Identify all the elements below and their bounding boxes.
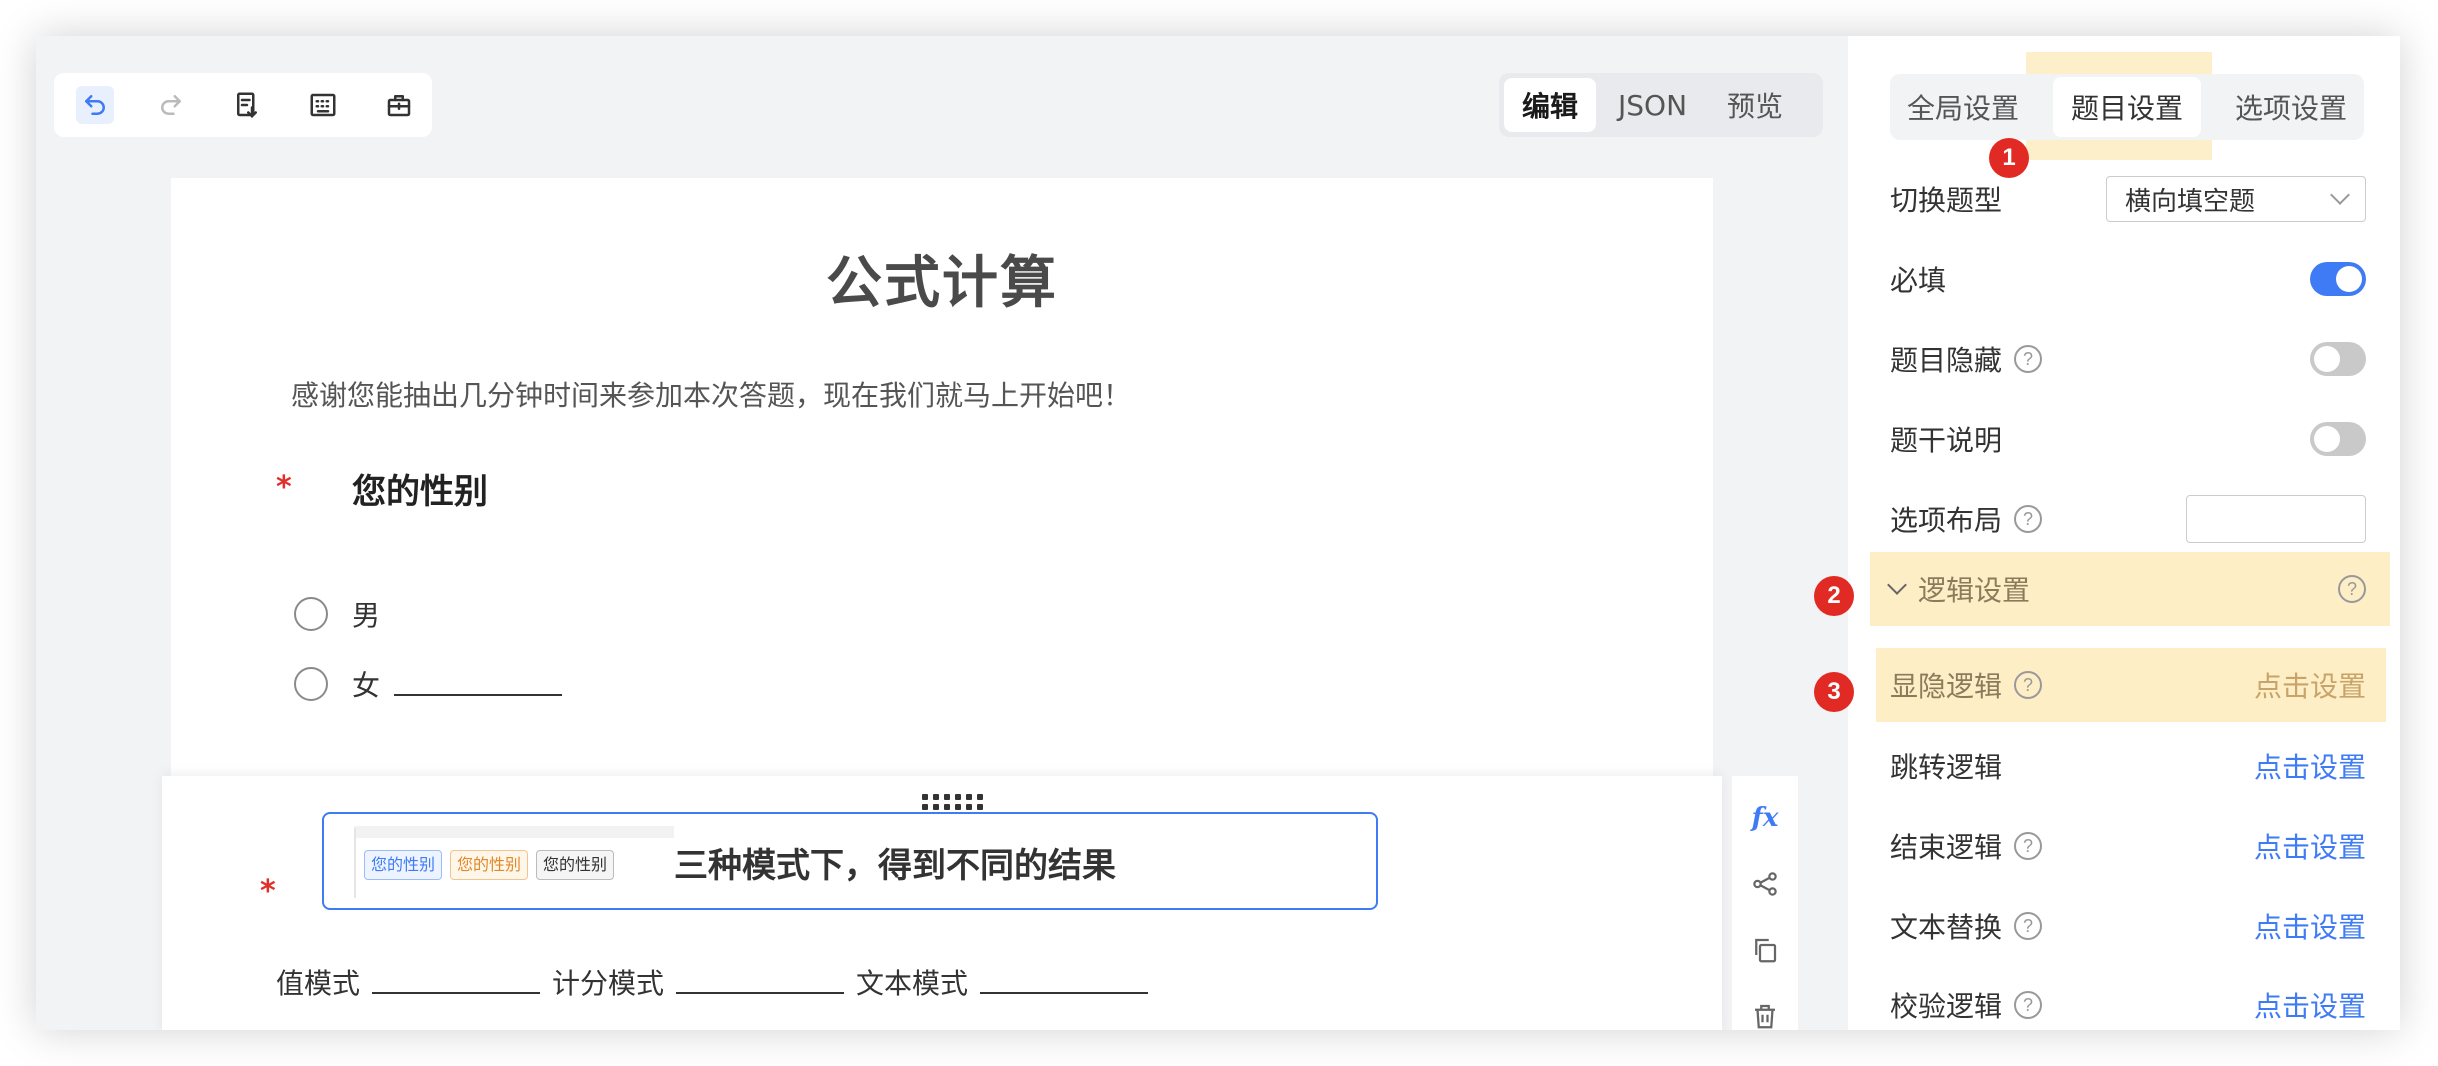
switch-type-row: 切换题型 横向填空题 [1890,174,2366,224]
switch-type-label: 切换题型 [1890,184,2003,217]
tab-question-settings[interactable]: 题目设置 [2052,77,2201,137]
reference-tag-text[interactable]: 您的性别 [536,850,615,880]
required-row: 必填 [1890,254,2366,304]
hidden-row: 题目隐藏? [1890,334,2366,384]
required-label: 必填 [1890,264,1947,297]
option-label: 女 [352,669,381,702]
question-title[interactable]: 三种模式下，得到不同的结果 [674,838,1116,887]
fill-blank[interactable] [372,992,541,994]
reference-tags: 您的性别 您的性别 您的性别 [364,850,615,880]
fill-blank[interactable] [980,992,1149,994]
required-mark: * [260,874,276,909]
logic-row-label: 校验逻辑 [1890,990,2003,1023]
hidden-toggle[interactable] [2310,342,2366,376]
help-icon[interactable]: ? [2014,345,2043,373]
set-end-logic-link[interactable]: 点击设置 [2254,826,2366,866]
redo-icon[interactable] [152,86,190,124]
chevron-down-icon [2330,185,2350,205]
question-actions: fx [1732,776,1798,1030]
help-icon[interactable]: ? [2014,671,2043,699]
logic-row-label: 文本替换 [1890,911,2003,944]
logic-section-header[interactable]: 逻辑设置 ? [1887,564,2366,614]
set-validation-logic-link[interactable]: 点击设置 [2254,985,2366,1025]
logic-section-label: 逻辑设置 [1918,574,2031,607]
logic-row-validate: 校验逻辑? 点击设置 [1890,980,2366,1030]
description-label: 题干说明 [1890,424,2003,457]
active-question-card[interactable]: * 您的性别 您的性别 您的性别 三种模式下，得到不同的结果 值模式 计分模式 … [162,776,1722,1030]
tab-global-settings[interactable]: 全局设置 [1907,87,2019,127]
radio-button[interactable] [294,597,328,631]
mode-label-text: 文本模式 [856,967,969,1000]
reference-tag-value[interactable]: 您的性别 [364,850,443,880]
mode-switch: 编辑 JSON 预览 [1499,73,1823,137]
drag-handle-icon[interactable] [922,794,983,810]
logic-row-replace: 文本替换? 点击设置 [1890,901,2366,951]
copy-icon[interactable] [1747,932,1783,968]
question-title[interactable]: 您的性别 [352,464,488,513]
step-badge-2: 2 [1814,576,1854,616]
layout-input[interactable] [2186,495,2366,543]
share-icon[interactable] [1747,866,1783,902]
mode-label-value: 值模式 [276,967,361,1000]
editor-toolbar [54,73,432,137]
tag-bar [354,826,674,838]
survey-title[interactable]: 公式计算 [171,238,1713,319]
layout-row: 选项布局? [1890,494,2366,544]
description-row: 题干说明 [1890,414,2366,464]
tab-option-settings[interactable]: 选项设置 [2235,87,2347,127]
logic-row-end: 结束逻辑? 点击设置 [1890,821,2366,871]
mode-blanks: 值模式 计分模式 文本模式 [276,962,1160,1002]
editor-window: 编辑 JSON 预览 公式计算 感谢您能抽出几分钟时间来参加本次答题，现在我们就… [36,36,2400,1030]
reference-tag-score[interactable]: 您的性别 [450,850,529,880]
tab-preview[interactable]: 预览 [1709,78,1801,132]
settings-panel: 全局设置 题目设置 选项设置 1 切换题型 横向填空题 必填 题目隐藏? 题干说… [1848,36,2400,1030]
toolbox-icon[interactable] [380,86,418,124]
help-icon[interactable]: ? [2014,832,2043,860]
question-title-editor[interactable]: 您的性别 您的性别 您的性别 三种模式下，得到不同的结果 [322,812,1378,910]
panel-tabs: 全局设置 题目设置 选项设置 [1890,74,2364,140]
description-toggle[interactable] [2310,422,2366,456]
tab-edit[interactable]: 编辑 [1504,78,1597,132]
required-toggle[interactable] [2310,262,2366,296]
import-icon[interactable] [228,86,266,124]
logic-row-label: 显隐逻辑 [1890,670,2003,703]
fill-blank[interactable] [676,992,845,994]
fx-icon[interactable]: fx [1747,800,1783,836]
help-icon[interactable]: ? [2338,575,2366,603]
step-badge-3: 3 [1814,672,1854,712]
help-icon[interactable]: ? [2014,505,2043,533]
logic-row-jump: 跳转逻辑 点击设置 [1890,741,2366,791]
option-female[interactable]: 女 [294,664,563,704]
delete-icon[interactable] [1747,998,1783,1030]
radio-button[interactable] [294,667,328,701]
logic-row-visibility: 显隐逻辑? 点击设置 [1890,660,2366,710]
tab-json[interactable]: JSON [1600,78,1705,132]
hidden-label: 题目隐藏 [1890,344,2003,377]
question-type-select[interactable]: 横向填空题 [2106,176,2366,222]
logic-row-label: 结束逻辑 [1890,831,2003,864]
required-mark: * [276,470,292,505]
fill-blank[interactable] [394,694,563,696]
survey-intro[interactable]: 感谢您能抽出几分钟时间来参加本次答题，现在我们就马上开始吧！ [291,374,1131,414]
help-icon[interactable]: ? [2014,912,2043,940]
set-text-replace-link[interactable]: 点击设置 [2254,906,2366,946]
step-badge-1: 1 [1989,138,2029,178]
caret-line [354,828,356,898]
chevron-down-icon [1887,575,1907,595]
mode-label-score: 计分模式 [552,967,665,1000]
option-male[interactable]: 男 [294,594,380,634]
logic-row-label: 跳转逻辑 [1890,751,2003,784]
undo-icon[interactable] [76,86,114,124]
layout-label: 选项布局 [1890,504,2003,537]
set-visibility-logic-link[interactable]: 点击设置 [2254,665,2366,705]
option-label: 男 [352,599,381,632]
help-icon[interactable]: ? [2014,991,2043,1019]
set-jump-logic-link[interactable]: 点击设置 [2254,746,2366,786]
keyboard-icon[interactable] [304,86,342,124]
question-type-value: 横向填空题 [2125,186,2256,217]
